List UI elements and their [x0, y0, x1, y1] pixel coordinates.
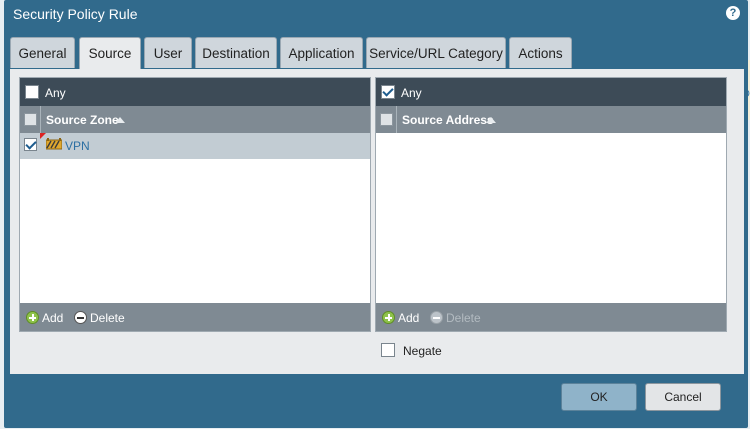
tab-user[interactable]: User	[144, 37, 192, 68]
delete-label: Delete	[90, 310, 125, 325]
negate-checkbox[interactable]	[381, 343, 395, 357]
source-address-any-header: Any	[376, 78, 726, 106]
add-icon	[26, 311, 39, 325]
cancel-button[interactable]: Cancel	[645, 383, 721, 411]
source-address-footer: Add Delete	[376, 303, 726, 331]
source-address-any-label: Any	[401, 86, 422, 100]
source-zone-any-label: Any	[45, 86, 66, 100]
dialog-title: Security Policy Rule	[13, 6, 138, 22]
tab-actions[interactable]: Actions	[509, 37, 572, 68]
source-zone-delete-button[interactable]: Delete	[74, 310, 125, 325]
tab-content-source: Any Source Zone VPN Add Delete Any Sourc…	[10, 69, 744, 374]
source-zone-column-label: Source Zone	[46, 113, 119, 127]
add-icon	[382, 311, 395, 325]
ok-button[interactable]: OK	[561, 383, 637, 411]
add-label: Add	[42, 310, 64, 325]
security-policy-rule-dialog: Security Policy Rule ? General Source Us…	[4, 0, 748, 428]
source-address-any-checkbox[interactable]	[381, 85, 395, 99]
source-zone-any-checkbox[interactable]	[25, 85, 39, 99]
sort-ascending-icon[interactable]	[115, 117, 125, 123]
column-separator	[396, 106, 397, 133]
help-circle-icon[interactable]: ?	[726, 6, 740, 20]
source-address-add-button[interactable]: Add	[382, 310, 419, 325]
source-zone-add-button[interactable]: Add	[26, 310, 63, 325]
source-address-panel: Any Source Address Add Delete	[375, 77, 727, 332]
source-address-column-header[interactable]: Source Address	[376, 106, 726, 133]
tab-destination[interactable]: Destination	[195, 37, 277, 68]
tab-source[interactable]: Source	[79, 37, 141, 70]
source-address-column-label: Source Address	[402, 113, 494, 127]
zone-name-link[interactable]: VPN	[65, 139, 90, 153]
add-label: Add	[398, 310, 420, 325]
negate-label: Negate	[403, 344, 442, 358]
source-zone-any-header: Any	[20, 78, 370, 106]
source-address-delete-button: Delete	[430, 310, 481, 325]
tab-general[interactable]: General	[10, 37, 75, 68]
tab-application[interactable]: Application	[280, 37, 363, 68]
delete-icon	[74, 311, 87, 325]
source-zone-select-all-checkbox[interactable]	[24, 113, 37, 126]
delete-icon	[430, 311, 443, 325]
source-zone-footer: Add Delete	[20, 303, 370, 331]
source-zone-panel: Any Source Zone VPN Add Delete	[19, 77, 371, 332]
sort-ascending-icon[interactable]	[486, 117, 496, 123]
tab-service-url-category[interactable]: Service/URL Category	[366, 37, 506, 68]
delete-label: Delete	[446, 310, 481, 325]
source-address-select-all-checkbox[interactable]	[380, 113, 393, 126]
table-row[interactable]: VPN	[20, 133, 370, 159]
row-checkbox[interactable]	[24, 138, 37, 151]
source-zone-column-header[interactable]: Source Zone	[20, 106, 370, 133]
zone-icon	[46, 138, 62, 150]
column-separator	[40, 106, 41, 133]
